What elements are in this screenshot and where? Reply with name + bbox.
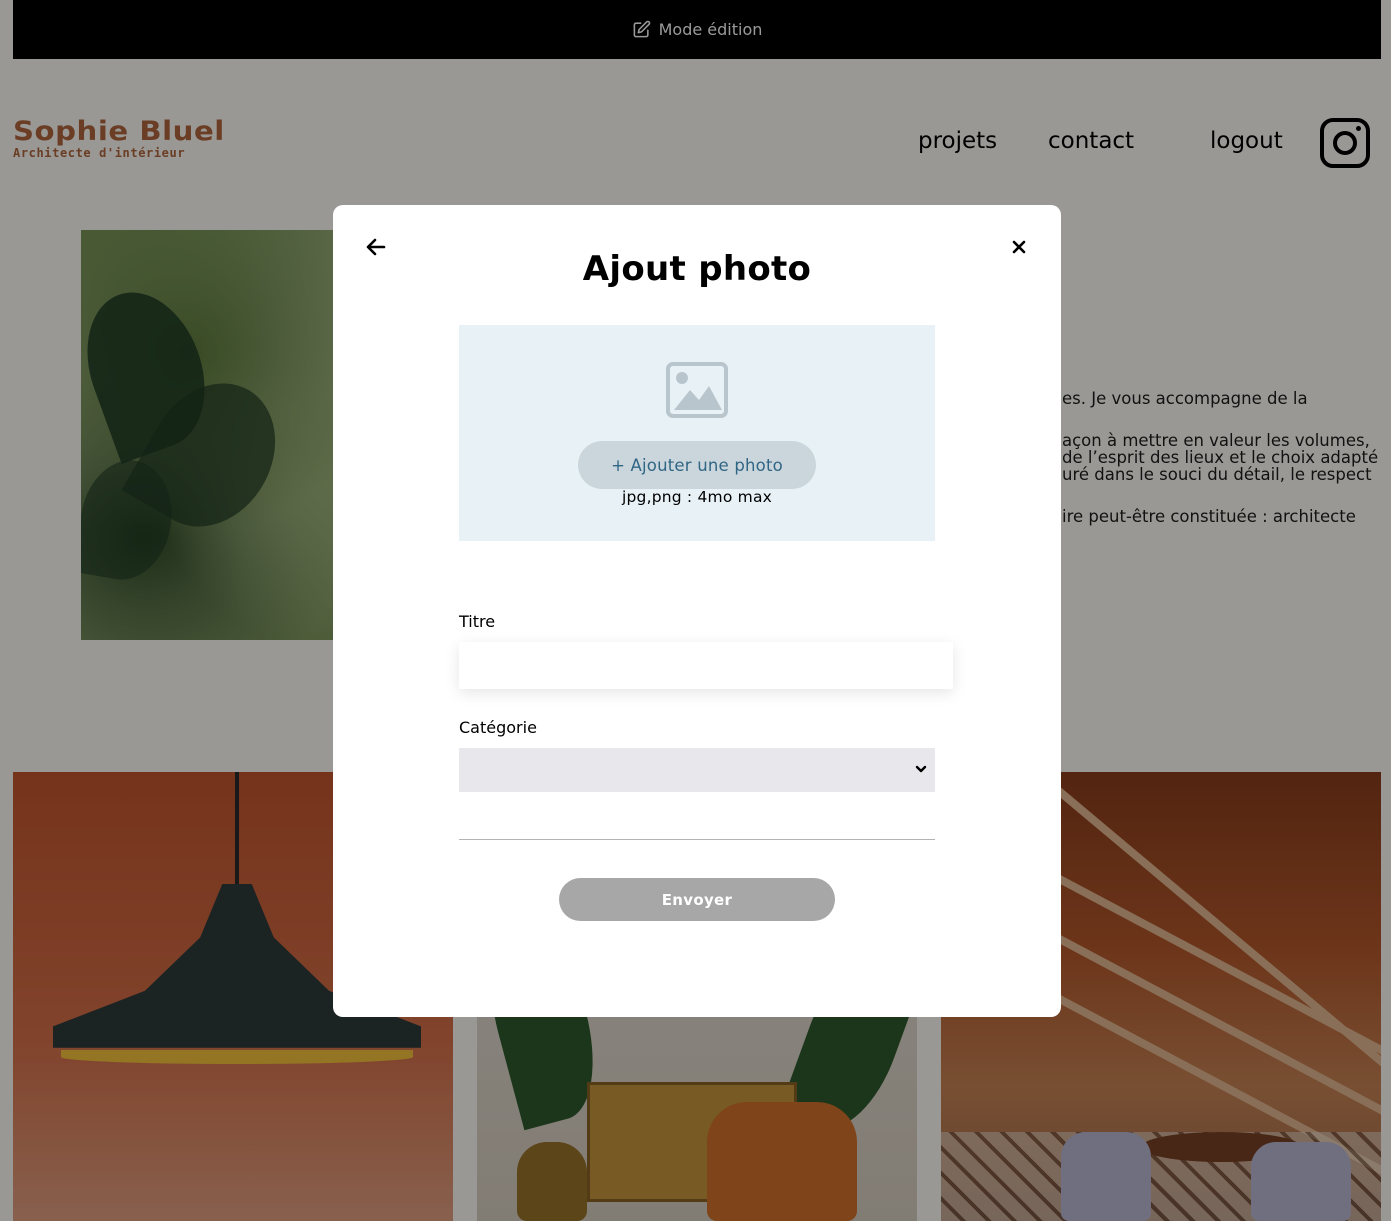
category-label: Catégorie: [459, 718, 537, 737]
add-photo-modal: Ajout photo + Ajouter une photo jpg,png …: [333, 205, 1061, 1017]
category-select[interactable]: [459, 748, 935, 792]
chevron-down-icon: [915, 765, 927, 773]
modal-title: Ajout photo: [582, 249, 812, 289]
photo-upload-zone: + Ajouter une photo jpg,png : 4mo max: [459, 325, 935, 541]
title-input[interactable]: [459, 642, 953, 689]
submit-button[interactable]: Envoyer: [559, 878, 835, 921]
add-photo-button[interactable]: + Ajouter une photo: [578, 441, 816, 489]
title-label: Titre: [459, 612, 496, 631]
upload-hint: jpg,png : 4mo max: [621, 488, 773, 506]
image-icon: [666, 362, 728, 418]
form-divider: [459, 839, 935, 840]
